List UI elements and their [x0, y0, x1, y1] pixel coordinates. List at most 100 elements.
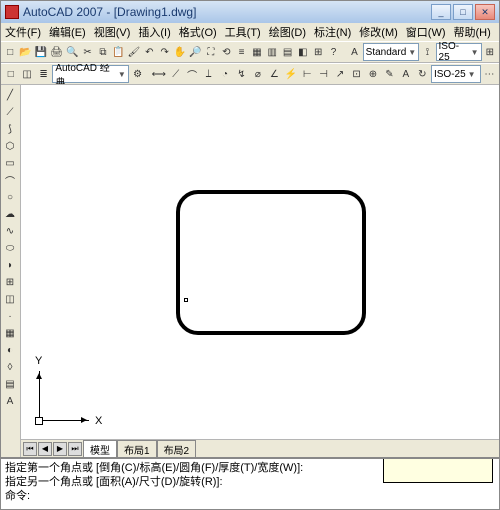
dim-more-icon[interactable]: ⋯: [482, 65, 497, 83]
dim-base-icon[interactable]: ⊢: [299, 65, 314, 83]
menu-edit[interactable]: 编辑(E): [49, 24, 86, 40]
mtext-icon[interactable]: A: [2, 393, 18, 409]
new-icon[interactable]: □: [3, 43, 17, 61]
makeblock-icon[interactable]: ◫: [2, 291, 18, 307]
dim-leader-icon[interactable]: ↗: [332, 65, 347, 83]
arc-icon[interactable]: ⌒: [2, 172, 18, 188]
dim-tedit-icon[interactable]: A: [398, 65, 413, 83]
notification-tooltip[interactable]: ● 操作中心 你的许可将是最新的当 单击此处。: [383, 457, 493, 483]
menu-tools[interactable]: 工具(T): [225, 24, 261, 40]
preview-icon[interactable]: 🔍: [65, 43, 79, 61]
match-icon[interactable]: 🖌: [127, 43, 142, 61]
zoom-prev-icon[interactable]: ⟲: [219, 43, 233, 61]
dim-update-icon[interactable]: ↻: [415, 65, 430, 83]
dim-quick-icon[interactable]: ⚡: [283, 65, 298, 83]
dim-cont-icon[interactable]: ⊣: [316, 65, 331, 83]
dim-radius-icon[interactable]: ◔: [217, 65, 232, 83]
polyline-icon[interactable]: ⟆: [2, 121, 18, 137]
ellipsearc-icon[interactable]: ◗: [2, 257, 18, 273]
ws-settings-icon[interactable]: ⚙: [130, 65, 145, 83]
dim-tol-icon[interactable]: ⊡: [349, 65, 364, 83]
close-button[interactable]: ✕: [475, 4, 495, 20]
copy-icon[interactable]: ⧉: [96, 43, 110, 61]
menu-dimension[interactable]: 标注(N): [314, 24, 351, 40]
tab-next-icon[interactable]: ▶: [53, 442, 67, 456]
table-icon[interactable]: ▤: [2, 376, 18, 392]
dim-ord-icon[interactable]: ⟘: [201, 65, 216, 83]
maximize-button[interactable]: □: [453, 4, 473, 20]
calc-icon[interactable]: ⊞: [311, 43, 325, 61]
zoom-icon[interactable]: 🔎: [188, 43, 202, 61]
sheetset-icon[interactable]: ▤: [280, 43, 294, 61]
layer-icon[interactable]: ≣: [36, 65, 51, 83]
pan-icon[interactable]: ✋: [173, 43, 187, 61]
textstyle-icon[interactable]: A: [347, 43, 361, 61]
dimstyle-combo[interactable]: ISO-25▼: [436, 43, 482, 61]
zoom-window-icon[interactable]: ⛶: [204, 43, 218, 61]
undo-icon[interactable]: ↶: [142, 43, 156, 61]
dim-dia-icon[interactable]: ⌀: [250, 65, 265, 83]
dim-ang-icon[interactable]: ∠: [267, 65, 282, 83]
dim-jog-icon[interactable]: ↯: [234, 65, 249, 83]
menu-format[interactable]: 格式(O): [179, 24, 217, 40]
block-icon[interactable]: ◫: [19, 65, 34, 83]
redo-icon[interactable]: ↷: [158, 43, 172, 61]
menu-file[interactable]: 文件(F): [5, 24, 41, 40]
menu-help[interactable]: 帮助(H): [454, 24, 491, 40]
help-icon[interactable]: ?: [326, 43, 340, 61]
menu-modify[interactable]: 修改(M): [359, 24, 398, 40]
ucs-x-label: X: [95, 415, 102, 427]
qnew-icon[interactable]: □: [3, 65, 18, 83]
spline-icon[interactable]: ∿: [2, 223, 18, 239]
workspace-combo[interactable]: AutoCAD 经典▼: [52, 65, 129, 83]
tablestyle-icon[interactable]: ⊞: [483, 43, 497, 61]
canvas-area: Y X ⏮ ◀ ▶ ⏭ 模型 布局1 布局2: [21, 85, 499, 457]
gradient-icon[interactable]: ◐: [2, 342, 18, 358]
dim-linear-icon[interactable]: ⟷: [151, 65, 167, 83]
style-combo[interactable]: Standard▼: [363, 43, 420, 61]
line-icon[interactable]: ╱: [2, 87, 18, 103]
ucs-y-label: Y: [35, 355, 42, 367]
dimstyle-combo2[interactable]: ISO-25▼: [431, 65, 481, 83]
rectangle-icon[interactable]: ▭: [2, 155, 18, 171]
paste-icon[interactable]: 📋: [111, 43, 125, 61]
drawing-canvas[interactable]: Y X: [21, 85, 499, 439]
dim-aligned-icon[interactable]: ⟋: [168, 65, 183, 83]
minimize-button[interactable]: _: [431, 4, 451, 20]
app-window: AutoCAD 2007 - [Drawing1.dwg] _ □ ✕ 文件(F…: [0, 0, 500, 510]
point-icon[interactable]: ·: [2, 308, 18, 324]
properties-icon[interactable]: ≡: [234, 43, 248, 61]
layout1-tab[interactable]: 布局1: [117, 440, 157, 458]
open-icon[interactable]: 📂: [18, 43, 32, 61]
revcloud-icon[interactable]: ☁: [2, 206, 18, 222]
dim-arc-icon[interactable]: ⌒: [184, 65, 199, 83]
toolpalette-icon[interactable]: ▥: [265, 43, 279, 61]
designcenter-icon[interactable]: ▦: [250, 43, 264, 61]
save-icon[interactable]: 💾: [34, 43, 48, 61]
menu-view[interactable]: 视图(V): [94, 24, 131, 40]
tab-prev-icon[interactable]: ◀: [38, 442, 52, 456]
command-line[interactable]: 指定第一个角点或 [倒角(C)/标高(E)/圆角(F)/厚度(T)/宽度(W)]…: [1, 457, 499, 509]
cut-icon[interactable]: ✂: [80, 43, 94, 61]
circle-icon[interactable]: ○: [2, 189, 18, 205]
layout2-tab[interactable]: 布局2: [157, 440, 197, 458]
grip-point[interactable]: [184, 298, 188, 302]
markup-icon[interactable]: ◧: [296, 43, 310, 61]
region-icon[interactable]: ◊: [2, 359, 18, 375]
menu-draw[interactable]: 绘图(D): [269, 24, 306, 40]
dim-center-icon[interactable]: ⊕: [365, 65, 380, 83]
print-icon[interactable]: 🖨: [49, 43, 64, 61]
rounded-rectangle-shape: [176, 190, 366, 335]
ellipse-icon[interactable]: ⬭: [2, 240, 18, 256]
menu-window[interactable]: 窗口(W): [406, 24, 446, 40]
hatch-icon[interactable]: ▦: [2, 325, 18, 341]
polygon-icon[interactable]: ⬡: [2, 138, 18, 154]
xline-icon[interactable]: ⟋: [2, 104, 18, 120]
tab-last-icon[interactable]: ⏭: [68, 442, 82, 456]
dim-edit-icon[interactable]: ✎: [382, 65, 397, 83]
menu-insert[interactable]: 插入(I): [138, 24, 170, 40]
tab-first-icon[interactable]: ⏮: [23, 442, 37, 456]
dimstyle-icon[interactable]: ⟟: [420, 43, 434, 61]
model-tab[interactable]: 模型: [83, 440, 117, 458]
insertblock-icon[interactable]: ⊞: [2, 274, 18, 290]
